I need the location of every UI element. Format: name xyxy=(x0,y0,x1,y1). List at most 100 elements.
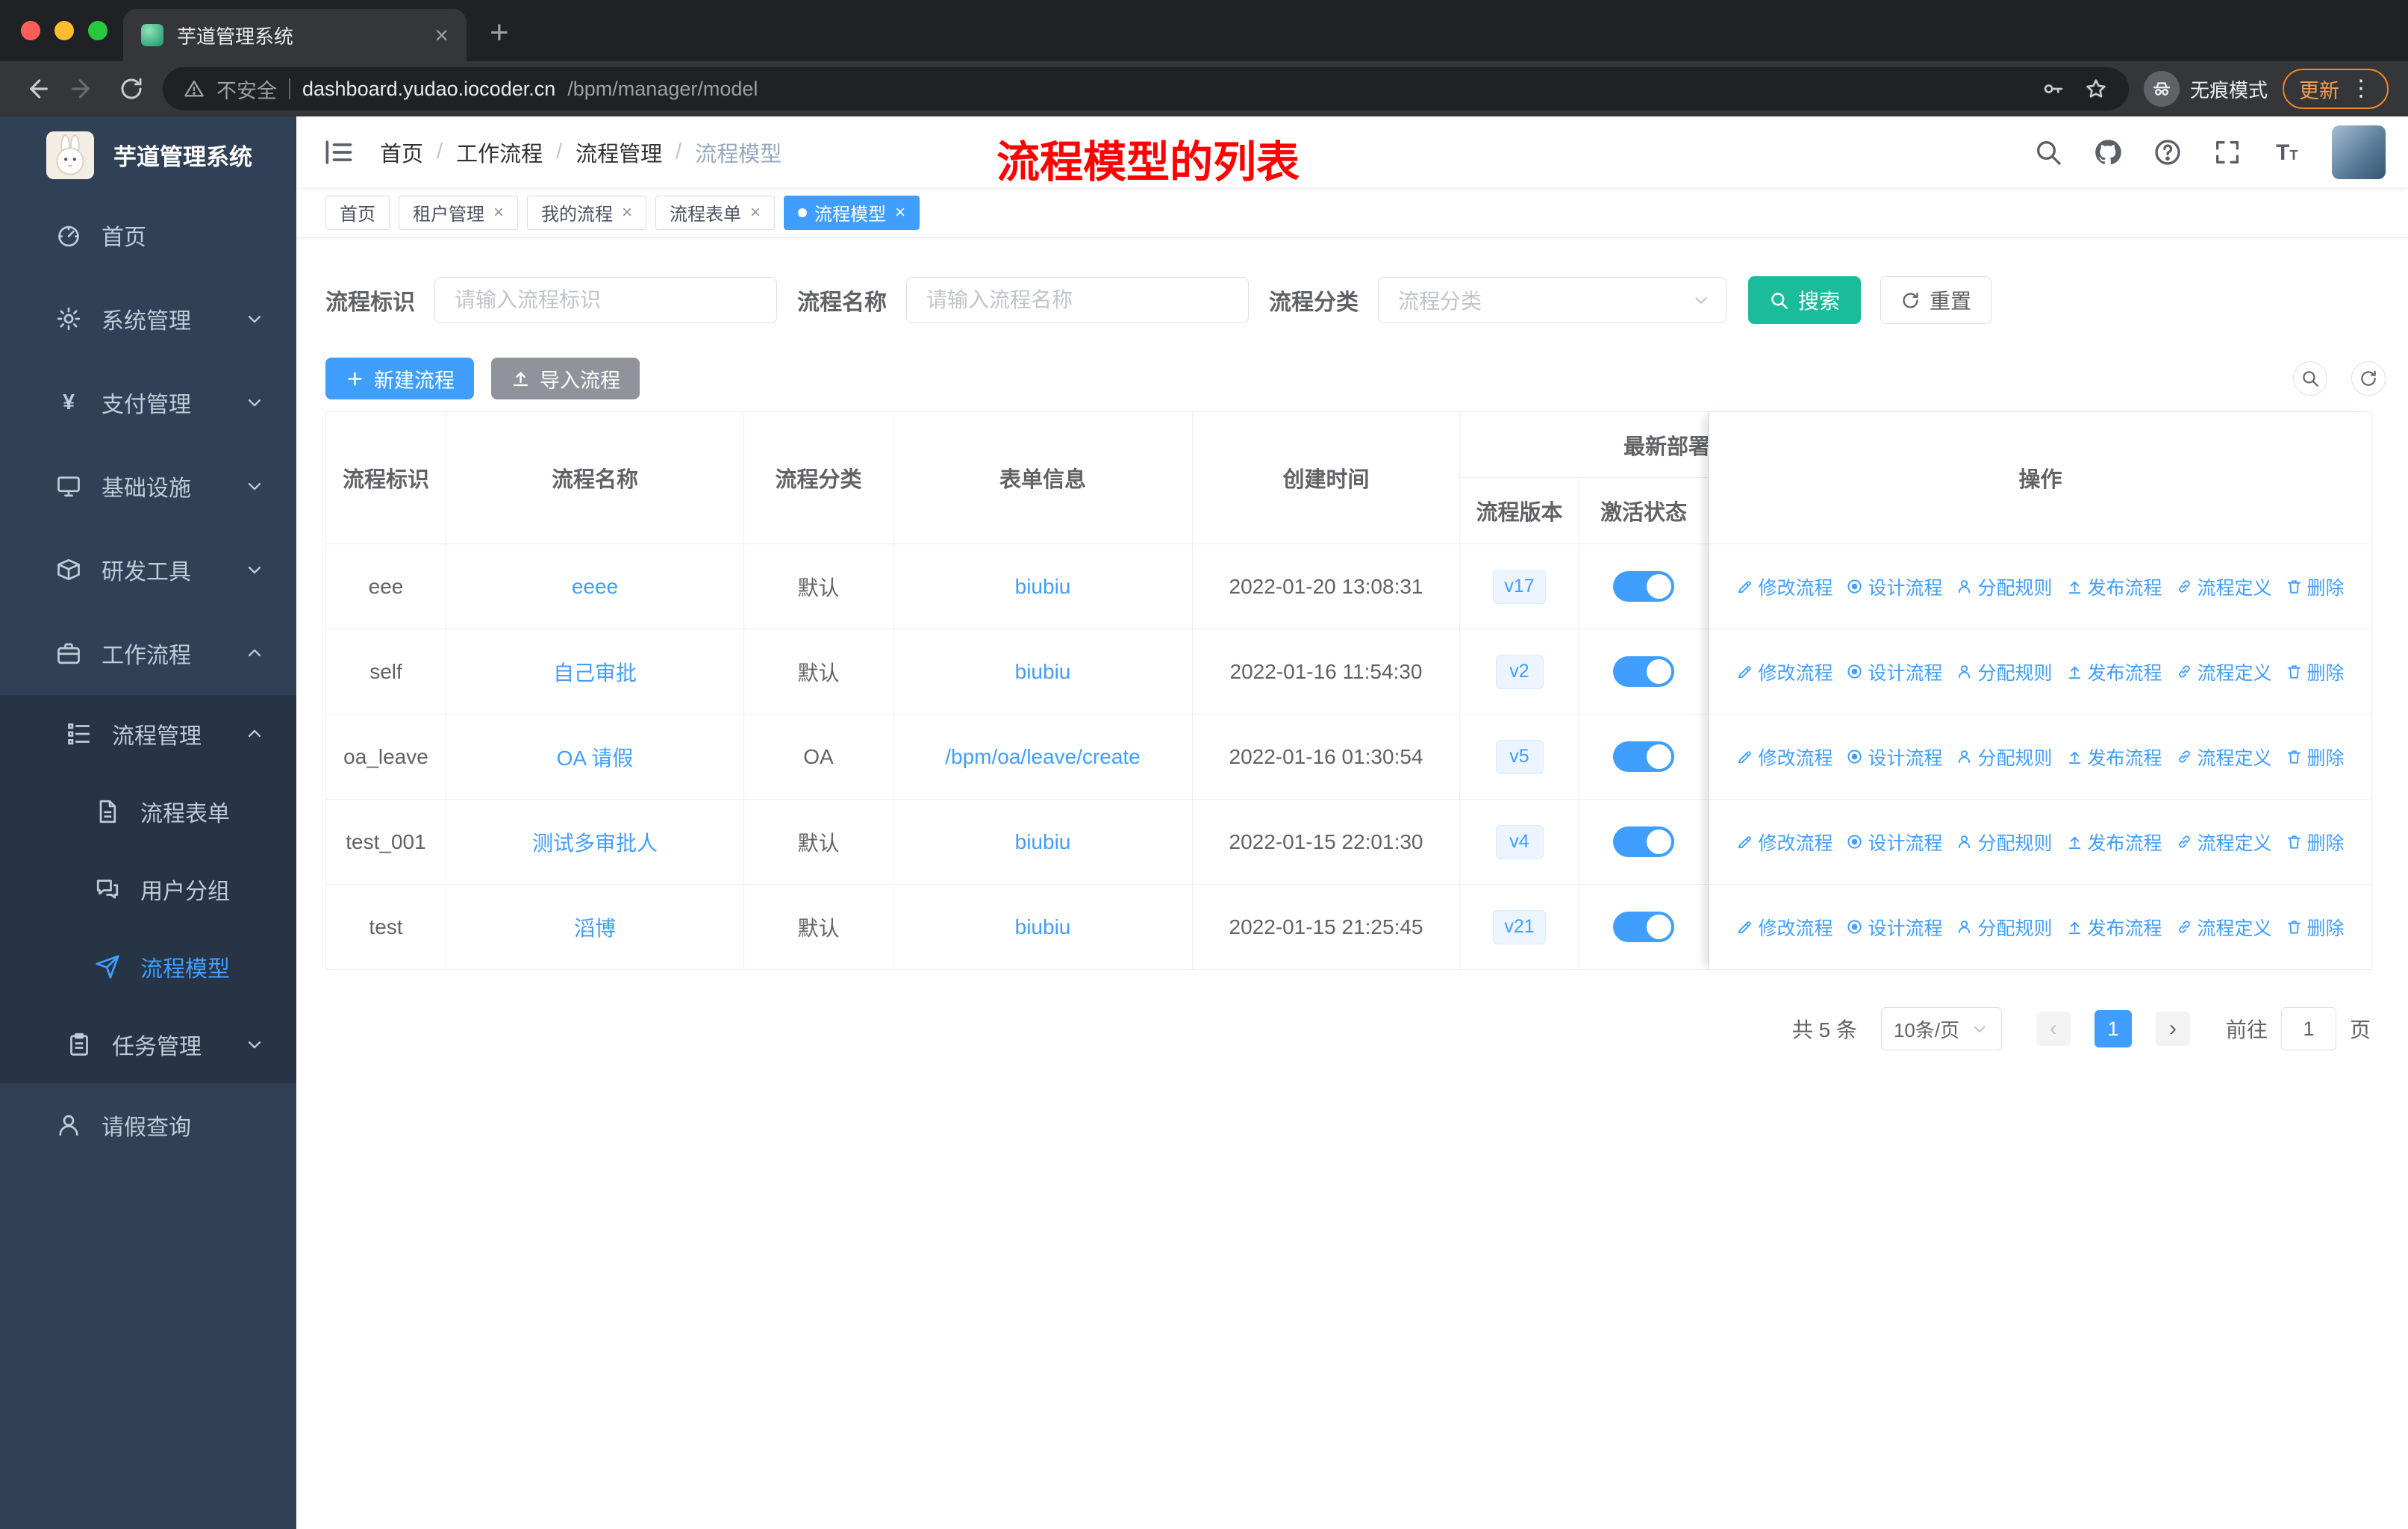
action-assign-rule[interactable]: 分配规则 xyxy=(1956,744,2053,770)
process-name-link[interactable]: 测试多审批人 xyxy=(532,827,658,857)
page-1-button[interactable]: 1 xyxy=(2094,1010,2132,1047)
action-design-process[interactable]: 设计流程 xyxy=(1846,744,1942,770)
close-window-button[interactable] xyxy=(21,21,40,40)
browser-tab[interactable]: 芋道管理系统 × xyxy=(123,9,467,61)
action-publish-process[interactable]: 发布流程 xyxy=(2066,744,2162,770)
action-design-process[interactable]: 设计流程 xyxy=(1846,914,1942,941)
action-delete[interactable]: 删除 xyxy=(2286,573,2345,600)
reload-icon[interactable] xyxy=(115,72,148,105)
form-info-link[interactable]: /bpm/oa/leave/create xyxy=(945,745,1141,769)
active-toggle[interactable] xyxy=(1613,741,1674,772)
new-tab-button[interactable]: + xyxy=(490,16,509,49)
action-edit-process[interactable]: 修改流程 xyxy=(1736,829,1832,856)
sidebar-item-payment[interactable]: ¥ 支付管理 xyxy=(0,361,296,444)
action-publish-process[interactable]: 发布流程 xyxy=(2066,658,2162,685)
action-publish-process[interactable]: 发布流程 xyxy=(2066,829,2162,856)
action-process-definition[interactable]: 流程定义 xyxy=(2176,914,2272,941)
action-edit-process[interactable]: 修改流程 xyxy=(1736,914,1832,941)
active-toggle[interactable] xyxy=(1613,571,1674,602)
search-button[interactable]: 搜索 xyxy=(1748,276,1862,324)
breadcrumb-process-management[interactable]: 流程管理 xyxy=(576,137,662,168)
github-icon[interactable] xyxy=(2093,137,2123,167)
sidebar-item-task-management[interactable]: 任务管理 xyxy=(0,1006,296,1083)
tab-close-icon[interactable]: × xyxy=(434,23,449,47)
reset-button[interactable]: 重置 xyxy=(1880,276,1992,324)
sidebar-item-process-model[interactable]: 流程模型 xyxy=(0,928,296,1006)
action-edit-process[interactable]: 修改流程 xyxy=(1736,744,1832,770)
form-info-link[interactable]: biubiu xyxy=(1015,575,1071,599)
action-assign-rule[interactable]: 分配规则 xyxy=(1956,829,2053,856)
bookmark-star-icon[interactable] xyxy=(2084,77,2108,101)
browser-menu-icon[interactable]: ⋮ xyxy=(2350,78,2372,100)
action-delete[interactable]: 删除 xyxy=(2286,658,2345,685)
action-publish-process[interactable]: 发布流程 xyxy=(2066,573,2162,600)
sidebar-item-leave-query[interactable]: 请假查询 xyxy=(0,1083,296,1167)
goto-page-input[interactable] xyxy=(2280,1007,2336,1050)
category-select[interactable]: 流程分类 xyxy=(1378,277,1727,323)
sidebar-item-system[interactable]: 系统管理 xyxy=(0,277,296,361)
back-icon[interactable] xyxy=(19,72,52,105)
action-delete[interactable]: 删除 xyxy=(2286,829,2345,856)
process-key-input[interactable] xyxy=(434,277,777,323)
active-toggle[interactable] xyxy=(1613,912,1674,942)
font-size-icon[interactable]: TT xyxy=(2272,137,2302,167)
process-name-link[interactable]: 自己审批 xyxy=(553,657,637,687)
sidebar-item-infrastructure[interactable]: 基础设施 xyxy=(0,444,296,528)
fullscreen-icon[interactable] xyxy=(2212,137,2242,167)
page-size-select[interactable]: 10条/页 xyxy=(1880,1007,2002,1050)
action-design-process[interactable]: 设计流程 xyxy=(1846,573,1942,600)
action-delete[interactable]: 删除 xyxy=(2286,914,2345,941)
tag-home[interactable]: 首页 xyxy=(325,195,390,230)
action-process-definition[interactable]: 流程定义 xyxy=(2176,658,2272,685)
sidebar-item-process-management[interactable]: 流程管理 xyxy=(0,695,296,773)
sidebar-item-user-group[interactable]: 用户分组 xyxy=(0,850,296,928)
tag-process-model[interactable]: 流程模型 × xyxy=(784,195,920,230)
close-icon[interactable]: × xyxy=(750,202,761,223)
action-design-process[interactable]: 设计流程 xyxy=(1846,658,1942,685)
minimize-window-button[interactable] xyxy=(54,21,74,40)
close-icon[interactable]: × xyxy=(493,202,504,223)
action-assign-rule[interactable]: 分配规则 xyxy=(1956,914,2053,941)
tag-tenant[interactable]: 租户管理 × xyxy=(399,195,519,230)
active-toggle[interactable] xyxy=(1613,826,1674,857)
tag-my-process[interactable]: 我的流程 × xyxy=(527,195,647,230)
breadcrumb-workflow[interactable]: 工作流程 xyxy=(456,137,543,168)
address-bar[interactable]: 不安全 dashboard.yudao.iocoder.cn /bpm/mana… xyxy=(163,67,2129,110)
action-process-definition[interactable]: 流程定义 xyxy=(2176,829,2272,856)
action-process-definition[interactable]: 流程定义 xyxy=(2176,573,2272,600)
create-process-button[interactable]: 新建流程 xyxy=(325,358,474,399)
sidebar-item-workflow[interactable]: 工作流程 xyxy=(0,611,296,695)
process-name-link[interactable]: OA 请假 xyxy=(557,742,634,772)
refresh-table-button[interactable] xyxy=(2351,361,2386,396)
form-info-link[interactable]: biubiu xyxy=(1015,830,1071,854)
form-info-link[interactable]: biubiu xyxy=(1015,660,1071,684)
close-icon[interactable]: × xyxy=(622,202,632,223)
process-name-link[interactable]: 滔博 xyxy=(574,912,616,942)
import-process-button[interactable]: 导入流程 xyxy=(491,358,640,399)
user-avatar[interactable] xyxy=(2332,125,2386,179)
maximize-window-button[interactable] xyxy=(88,21,107,40)
key-icon[interactable] xyxy=(2041,77,2065,101)
forward-icon[interactable] xyxy=(67,72,100,105)
close-icon[interactable]: × xyxy=(895,202,905,223)
active-toggle[interactable] xyxy=(1613,656,1674,687)
form-info-link[interactable]: biubiu xyxy=(1015,915,1071,939)
next-page-button[interactable]: › xyxy=(2155,1012,2190,1046)
breadcrumb-home[interactable]: 首页 xyxy=(380,137,423,168)
tag-process-form[interactable]: 流程表单 × xyxy=(655,195,776,230)
action-assign-rule[interactable]: 分配规则 xyxy=(1956,573,2053,600)
chrome-update-button[interactable]: 更新 ⋮ xyxy=(2283,69,2389,109)
action-edit-process[interactable]: 修改流程 xyxy=(1736,573,1832,600)
action-publish-process[interactable]: 发布流程 xyxy=(2066,914,2162,941)
sidebar-item-devtools[interactable]: 研发工具 xyxy=(0,528,296,611)
action-design-process[interactable]: 设计流程 xyxy=(1846,829,1942,856)
show-search-button[interactable] xyxy=(2293,361,2327,396)
sidebar-collapse-icon[interactable] xyxy=(322,136,355,169)
search-icon[interactable] xyxy=(2033,137,2063,167)
help-icon[interactable] xyxy=(2153,137,2183,167)
action-delete[interactable]: 删除 xyxy=(2286,744,2345,770)
sidebar-item-process-form[interactable]: 流程表单 xyxy=(0,773,296,850)
sidebar-item-home[interactable]: 首页 xyxy=(0,193,296,277)
action-edit-process[interactable]: 修改流程 xyxy=(1736,658,1832,685)
process-name-link[interactable]: eeee xyxy=(572,575,618,599)
